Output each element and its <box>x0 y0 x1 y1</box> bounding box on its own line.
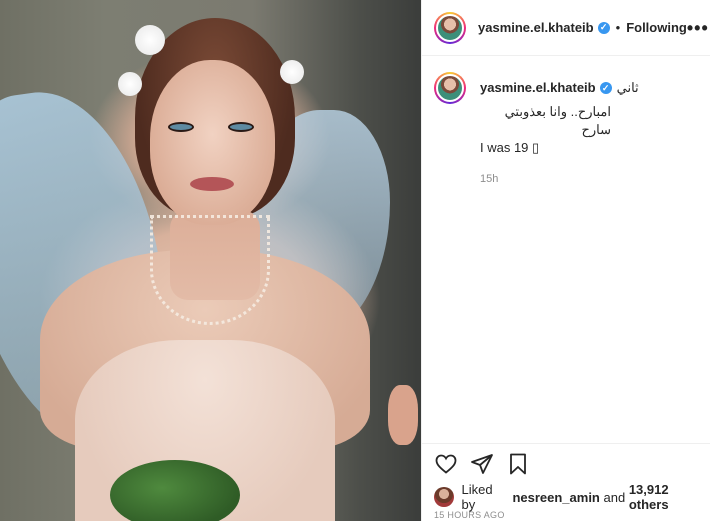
likes-prefix: Liked by <box>461 482 493 512</box>
necklace <box>150 215 270 325</box>
avatar-image <box>436 74 464 102</box>
verified-badge-icon: ✓ <box>599 82 612 94</box>
comments-section: yasmine.el.khateib ✓ ثاني امبارح.. وانا … <box>422 56 710 446</box>
avatar-image <box>436 13 464 42</box>
likes-and: and <box>603 489 626 505</box>
header-username[interactable]: yasmine.el.khateib <box>478 20 594 35</box>
caption: yasmine.el.khateib ✓ ثاني امبارح.. وانا … <box>434 72 698 188</box>
caption-text-line1: ثاني <box>616 80 639 95</box>
post-photo[interactable] <box>0 0 421 521</box>
caption-username[interactable]: yasmine.el.khateib <box>480 79 596 97</box>
likes-summary: Liked by nesreen_amin and 13,912 others <box>434 482 710 512</box>
lips <box>190 177 234 191</box>
hand <box>388 385 418 445</box>
hair-flower <box>280 60 304 84</box>
face <box>150 60 275 225</box>
liker-username[interactable]: nesreen_amin <box>512 490 599 505</box>
caption-body: yasmine.el.khateib ✓ ثاني امبارح.. وانا … <box>480 79 639 188</box>
caption-time[interactable]: 15h <box>480 170 639 188</box>
bouquet <box>110 460 240 521</box>
profile-avatar[interactable] <box>434 11 466 44</box>
eye <box>228 122 254 132</box>
caption-avatar[interactable] <box>434 72 466 104</box>
eye <box>168 122 194 132</box>
caption-line1: yasmine.el.khateib ✓ ثاني <box>480 79 639 97</box>
caption-text-line2: امبارح.. وانا بعذوبتي سارح <box>504 104 611 137</box>
verified-badge-icon: ✓ <box>597 21 610 34</box>
send-icon[interactable] <box>470 452 494 476</box>
likes-others-count[interactable]: 13,912 others <box>629 482 710 512</box>
post-header: yasmine.el.khateib ✓ • Following ••• <box>422 0 710 56</box>
hair-flower <box>118 72 142 96</box>
caption-text-line3: I was 19 ▯ <box>480 140 540 155</box>
separator: • <box>615 20 621 35</box>
heart-icon[interactable] <box>434 452 458 476</box>
hair-flower <box>135 25 165 55</box>
bookmark-icon[interactable] <box>506 452 530 476</box>
more-horizontal-icon[interactable]: ••• <box>687 19 709 37</box>
post-sidebar: yasmine.el.khateib ✓ • Following ••• yas… <box>421 0 710 521</box>
liker-avatar[interactable] <box>434 487 454 507</box>
action-bar <box>422 443 710 483</box>
post-timestamp[interactable]: 15 HOURS AGO <box>434 510 505 520</box>
following-button[interactable]: Following <box>626 20 687 35</box>
